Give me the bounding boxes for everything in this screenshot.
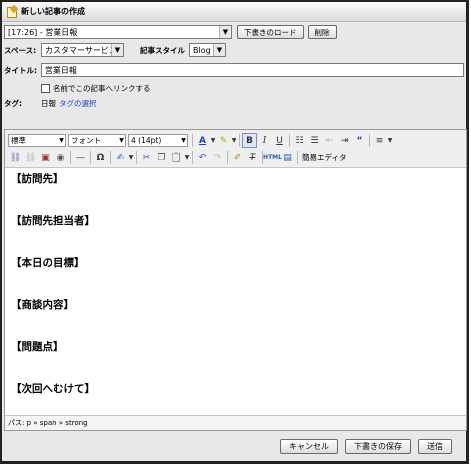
underline-icon[interactable]: U: [272, 133, 287, 148]
toolbar-divider: [110, 151, 111, 164]
link-icon[interactable]: ⛓: [8, 150, 23, 165]
bullet-list-icon[interactable]: ☰: [307, 133, 322, 148]
save-draft-button[interactable]: 下書きの保存: [345, 438, 411, 454]
new-article-window: 新しい記事の作成 [17:26] - 営業日報 ▼ 下書きのロード 削除 スペー…: [0, 0, 469, 464]
draft-select-value: [17:26] - 営業日報: [8, 27, 78, 37]
chevron-down-icon: ▼: [59, 137, 64, 144]
toolbar-row-1: 標準 ▼ フォント ▼ 4 (14pt) ▼ A ▼ ✎ ▼ B I U ☷ ☰…: [8, 133, 393, 148]
remove-format-icon[interactable]: T: [245, 150, 260, 165]
undo-icon[interactable]: ↶: [195, 150, 210, 165]
cancel-button[interactable]: キャンセル: [280, 438, 338, 454]
delete-draft-button[interactable]: 削除: [307, 25, 337, 39]
indent-icon[interactable]: ⇥: [337, 133, 352, 148]
template-icon[interactable]: ✍: [113, 150, 128, 165]
named-link-checkbox[interactable]: [41, 84, 50, 93]
copy-icon[interactable]: ❐: [154, 150, 169, 165]
title-row: タイトル: 営業日報: [4, 63, 464, 77]
redo-icon[interactable]: ↷: [210, 150, 225, 165]
chevron-down-icon: ▼: [119, 137, 124, 144]
media-icon[interactable]: ◉: [53, 150, 68, 165]
title-label: タイトル:: [4, 65, 37, 75]
font-select[interactable]: フォント ▼: [68, 134, 126, 147]
toolbar-divider: [239, 134, 240, 147]
editor-path-bar: パス: p » span » strong: [5, 415, 466, 430]
font-size-select[interactable]: 4 (14pt) ▼: [128, 134, 188, 147]
html-source-icon[interactable]: HTML: [263, 150, 282, 165]
toolbar-divider: [227, 151, 228, 164]
cleanup-icon[interactable]: ✐: [230, 150, 245, 165]
tags-value: 日報: [41, 99, 56, 108]
draft-select[interactable]: [17:26] - 営業日報 ▼: [4, 25, 232, 39]
format-select-value: 標準: [11, 136, 26, 145]
editor-toolbar: 標準 ▼ フォント ▼ 4 (14pt) ▼ A ▼ ✎ ▼ B I U ☷ ☰…: [5, 130, 466, 168]
italic-icon[interactable]: I: [257, 133, 272, 148]
chevron-down-icon[interactable]: ▼: [387, 133, 393, 148]
space-row: スペース: カスタマーサービス ▼ 記事スタイル Blog ▼: [4, 43, 464, 57]
tags-label: タグ:: [4, 99, 22, 108]
toolbar-divider: [70, 151, 71, 164]
highlight-color-icon[interactable]: ✎: [216, 133, 231, 148]
rich-text-editor: 標準 ▼ フォント ▼ 4 (14pt) ▼ A ▼ ✎ ▼ B I U ☷ ☰…: [4, 129, 467, 431]
toolbar-divider: [297, 151, 298, 164]
load-draft-button[interactable]: 下書きのロード: [237, 25, 304, 39]
content-section: 【商談内容】: [11, 299, 74, 311]
unlink-icon[interactable]: ⛓: [23, 150, 38, 165]
chevron-down-icon[interactable]: ▼: [128, 150, 134, 165]
toolbar-divider: [136, 151, 137, 164]
article-style-select[interactable]: Blog ▼: [189, 43, 226, 57]
content-section: 【問題点】: [11, 341, 64, 353]
space-select-value: カスタマーサービス: [45, 45, 117, 55]
fullscreen-icon[interactable]: ▤: [280, 150, 295, 165]
horizontal-rule-icon[interactable]: —: [73, 150, 88, 165]
image-icon[interactable]: ▣: [38, 150, 53, 165]
space-label: スペース:: [4, 45, 37, 55]
bold-icon[interactable]: B: [242, 133, 257, 148]
toolbar-row-2: ⛓ ⛓ ▣ ◉ — Ω ✍ ▼ ✂ ❐ 📋 ▼ ↶ ↷ ✐ T HTML ▤ 簡…: [8, 150, 348, 165]
send-button[interactable]: 送信: [418, 438, 452, 454]
title-input[interactable]: 営業日報: [40, 63, 464, 77]
simple-editor-button[interactable]: 簡易エディタ: [300, 152, 348, 163]
editor-content[interactable]: 【訪問先】 【訪問先担当者】 【本日の目標】 【商談内容】 【問題点】 【次回へ…: [11, 172, 460, 424]
special-character-icon[interactable]: Ω: [93, 150, 108, 165]
toolbar-divider: [289, 134, 290, 147]
content-section: 【訪問先】: [11, 173, 64, 185]
toolbar-divider: [369, 134, 370, 147]
font-size-select-value: 4 (14pt): [131, 136, 162, 145]
content-section: 【訪問先担当者】: [11, 215, 95, 227]
align-icon[interactable]: ≡: [372, 133, 387, 148]
font-select-value: フォント: [71, 136, 101, 145]
article-style-label: 記事スタイル: [140, 45, 185, 55]
numbered-list-icon[interactable]: ☷: [292, 133, 307, 148]
toolbar-divider: [90, 151, 91, 164]
chevron-down-icon[interactable]: ▼: [231, 133, 237, 148]
named-link-row: 名前でこの記事へリンクする: [41, 83, 464, 94]
chevron-down-icon[interactable]: ▼: [184, 150, 190, 165]
new-article-icon: [6, 6, 17, 18]
outdent-icon[interactable]: ⇤: [322, 133, 337, 148]
article-style-value: Blog: [193, 45, 211, 55]
content-section: 【次回へむけて】: [11, 383, 95, 395]
named-link-label: 名前でこの記事へリンクする: [53, 84, 151, 93]
toolbar-divider: [192, 151, 193, 164]
draft-row: [17:26] - 営業日報 ▼ 下書きのロード 削除: [4, 24, 464, 40]
chevron-down-icon: ▼: [181, 137, 186, 144]
window-title: 新しい記事の作成: [21, 7, 85, 16]
chevron-down-icon: ▼: [219, 26, 231, 38]
dialog-footer: キャンセル 下書きの保存 送信: [2, 431, 466, 461]
select-tags-link[interactable]: タグの選択: [59, 98, 97, 109]
space-select[interactable]: カスタマーサービス ▼: [41, 43, 124, 57]
toolbar-divider: [192, 134, 193, 147]
chevron-down-icon: ▼: [111, 44, 123, 56]
chevron-down-icon: ▼: [213, 44, 225, 56]
cut-icon[interactable]: ✂: [139, 150, 154, 165]
content-section: 【本日の目標】: [11, 257, 85, 269]
blockquote-icon[interactable]: “: [352, 133, 367, 148]
text-color-icon[interactable]: A: [195, 133, 210, 148]
paste-icon[interactable]: 📋: [169, 150, 184, 165]
tags-row: タグ: 日報 タグの選択: [4, 98, 464, 109]
window-titlebar: 新しい記事の作成: [2, 2, 466, 22]
format-select[interactable]: 標準 ▼: [8, 134, 66, 147]
